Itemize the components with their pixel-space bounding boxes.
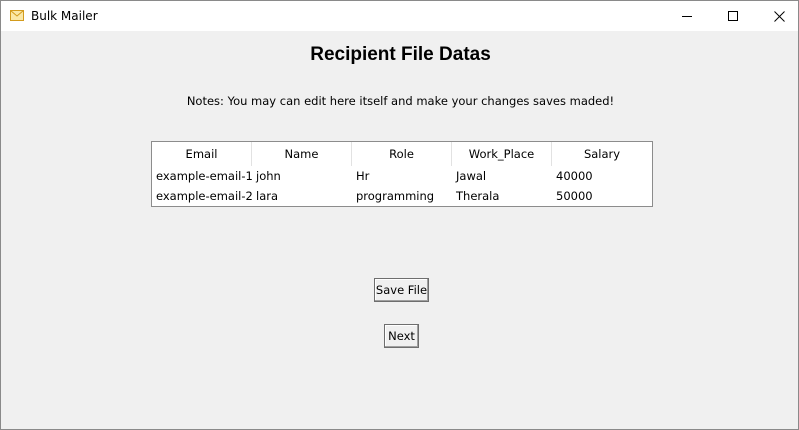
table-row[interactable]: example-email-2@gmail.com lara programmi…	[152, 186, 652, 206]
recipient-table: Email Name Role Work_Place Salary exampl…	[151, 141, 653, 207]
maximize-icon	[728, 11, 738, 21]
maximize-button[interactable]	[710, 1, 756, 31]
close-button[interactable]	[756, 1, 798, 31]
close-icon	[773, 10, 785, 22]
table-row[interactable]: example-email-1@gmail.com john Hr Jawal …	[152, 166, 652, 186]
column-header-salary[interactable]: Salary	[552, 142, 652, 166]
cell-email[interactable]: example-email-1@gmail.com	[152, 166, 252, 186]
minimize-icon	[682, 16, 692, 17]
cell-salary[interactable]: 50000	[552, 186, 652, 206]
cell-name[interactable]: john	[252, 166, 352, 186]
page-title: Recipient File Datas	[310, 44, 491, 65]
cell-work-place[interactable]: Jawal	[452, 166, 552, 186]
table-header: Email Name Role Work_Place Salary	[152, 142, 652, 166]
envelope-icon	[10, 10, 24, 21]
save-file-button[interactable]: Save File	[374, 278, 429, 302]
cell-role[interactable]: Hr	[352, 166, 452, 186]
cell-role[interactable]: programming	[352, 186, 452, 206]
cell-email[interactable]: example-email-2@gmail.com	[152, 186, 252, 206]
column-header-role[interactable]: Role	[352, 142, 452, 166]
next-button[interactable]: Next	[384, 324, 419, 348]
notes-text: Notes: You may can edit here itself and …	[186, 94, 615, 108]
bulk-mailer-window: Bulk Mailer Recipient File Datas Notes: …	[0, 0, 799, 430]
cell-salary[interactable]: 40000	[552, 166, 652, 186]
column-header-name[interactable]: Name	[252, 142, 352, 166]
minimize-button[interactable]	[664, 1, 710, 31]
cell-name[interactable]: lara	[252, 186, 352, 206]
cell-work-place[interactable]: Therala	[452, 186, 552, 206]
column-header-work-place[interactable]: Work_Place	[452, 142, 552, 166]
window-title: Bulk Mailer	[31, 9, 98, 23]
title-bar[interactable]: Bulk Mailer	[1, 1, 798, 31]
column-header-email[interactable]: Email	[152, 142, 252, 166]
